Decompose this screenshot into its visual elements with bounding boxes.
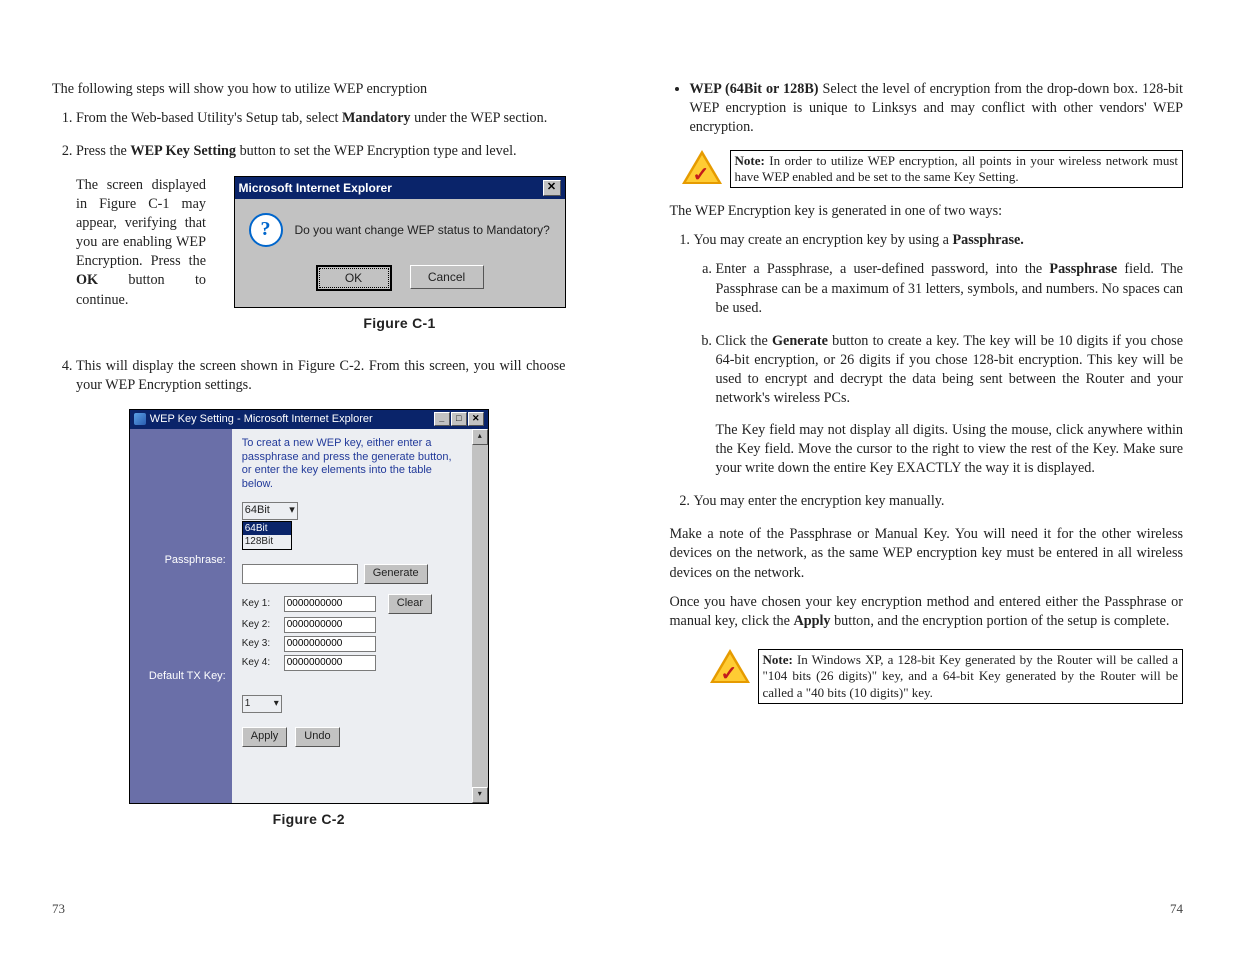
- encryption-level-select[interactable]: 64Bit▾: [242, 502, 298, 520]
- bullet-list: WEP (64Bit or 128B) Select the level of …: [670, 80, 1184, 138]
- ok-button[interactable]: OK: [316, 265, 392, 291]
- figure-c2-wrap: WEP Key Setting - Microsoft Internet Exp…: [129, 409, 489, 829]
- chevron-down-icon: ▾: [274, 697, 279, 711]
- apply-text: Once you have chosen your key encryption…: [670, 593, 1184, 631]
- way-1a: Enter a Passphrase, a user-defined passw…: [716, 260, 1184, 318]
- generate-button[interactable]: Generate: [364, 564, 428, 584]
- warning-icon: ✓: [682, 150, 722, 186]
- dialog-titlebar: Microsoft Internet Explorer ✕: [235, 177, 565, 199]
- key2-input[interactable]: [284, 617, 376, 633]
- window-titlebar: WEP Key Setting - Microsoft Internet Exp…: [130, 410, 488, 429]
- figure-c1-wrap: Microsoft Internet Explorer ✕ ? Do you w…: [234, 176, 566, 333]
- page-number-left: 73: [52, 900, 65, 918]
- bullet-wep: WEP (64Bit or 128B) Select the level of …: [690, 80, 1184, 138]
- apply-button[interactable]: Apply: [242, 727, 288, 747]
- dialog-ie-confirm: Microsoft Internet Explorer ✕ ? Do you w…: [234, 176, 566, 308]
- note-1-text: Note: In order to utilize WEP encryption…: [730, 150, 1184, 189]
- scroll-down-icon[interactable]: ▾: [472, 787, 488, 803]
- wep-instructions: To creat a new WEP key, either enter a p…: [242, 437, 462, 492]
- question-icon: ?: [249, 213, 283, 247]
- wep-labels-col: Passphrase: Default TX Key:: [130, 429, 232, 803]
- key4-input[interactable]: [284, 655, 376, 671]
- steps-list: From the Web-based Utility's Setup tab, …: [52, 109, 566, 395]
- scroll-up-icon[interactable]: ▴: [472, 429, 488, 445]
- way-1b: Click the Generate button to create a ke…: [716, 332, 1184, 478]
- key3-input[interactable]: [284, 636, 376, 652]
- dialog-message: Do you want change WEP status to Mandato…: [295, 222, 550, 238]
- page-spread: The following steps will show you how to…: [0, 0, 1235, 954]
- figure-c2-caption: Figure C-2: [129, 810, 489, 829]
- note-2-text: Note: In Windows XP, a 128-bit Key gener…: [758, 649, 1184, 704]
- intro-text: The following steps will show you how to…: [52, 80, 566, 99]
- encryption-level-options[interactable]: 64Bit 128Bit: [242, 521, 292, 550]
- note-box-2: ✓ Note: In Windows XP, a 128-bit Key gen…: [710, 649, 1184, 704]
- wep-key-setting-window: WEP Key Setting - Microsoft Internet Exp…: [129, 409, 489, 804]
- passphrase-input[interactable]: [242, 564, 358, 584]
- scrollbar[interactable]: ▴ ▾: [472, 429, 488, 803]
- way-1: You may create an encryption key by usin…: [694, 231, 1184, 478]
- figure-c1-caption: Figure C-1: [234, 314, 566, 333]
- step-2: Press the WEP Key Setting button to set …: [76, 142, 566, 161]
- maximize-icon[interactable]: □: [451, 412, 467, 426]
- page-number-right: 74: [1170, 900, 1183, 918]
- warning-icon: ✓: [710, 649, 750, 685]
- undo-button[interactable]: Undo: [295, 727, 339, 747]
- minimize-icon[interactable]: _: [434, 412, 450, 426]
- step-4: This will display the screen shown in Fi…: [76, 353, 566, 395]
- window-title: WEP Key Setting - Microsoft Internet Exp…: [150, 412, 373, 427]
- default-tx-select[interactable]: 1▾: [242, 695, 282, 713]
- passphrase-label: Passphrase:: [130, 549, 232, 577]
- note-box-1: ✓ Note: In order to utilize WEP encrypti…: [682, 150, 1184, 189]
- ways-intro: The WEP Encryption key is generated in o…: [670, 202, 1184, 221]
- clear-button[interactable]: Clear: [388, 594, 432, 614]
- default-tx-label: Default TX Key:: [130, 665, 232, 688]
- key1-input[interactable]: [284, 596, 376, 612]
- way-1-sub: Enter a Passphrase, a user-defined passw…: [694, 260, 1184, 478]
- make-note-text: Make a note of the Passphrase or Manual …: [670, 525, 1184, 583]
- dialog-title: Microsoft Internet Explorer: [239, 180, 392, 196]
- cancel-button[interactable]: Cancel: [410, 265, 484, 289]
- page-right: WEP (64Bit or 128B) Select the level of …: [618, 0, 1235, 954]
- way-2: You may enter the encryption key manuall…: [694, 492, 1184, 511]
- step-3: Microsoft Internet Explorer ✕ ? Do you w…: [76, 176, 566, 339]
- ways-list: You may create an encryption key by usin…: [670, 231, 1184, 511]
- close-icon[interactable]: ✕: [468, 412, 484, 426]
- close-icon[interactable]: ✕: [543, 180, 561, 196]
- ie-icon: [134, 413, 146, 425]
- step-1: From the Web-based Utility's Setup tab, …: [76, 109, 566, 128]
- chevron-down-icon: ▾: [289, 503, 295, 518]
- page-left: The following steps will show you how to…: [0, 0, 618, 954]
